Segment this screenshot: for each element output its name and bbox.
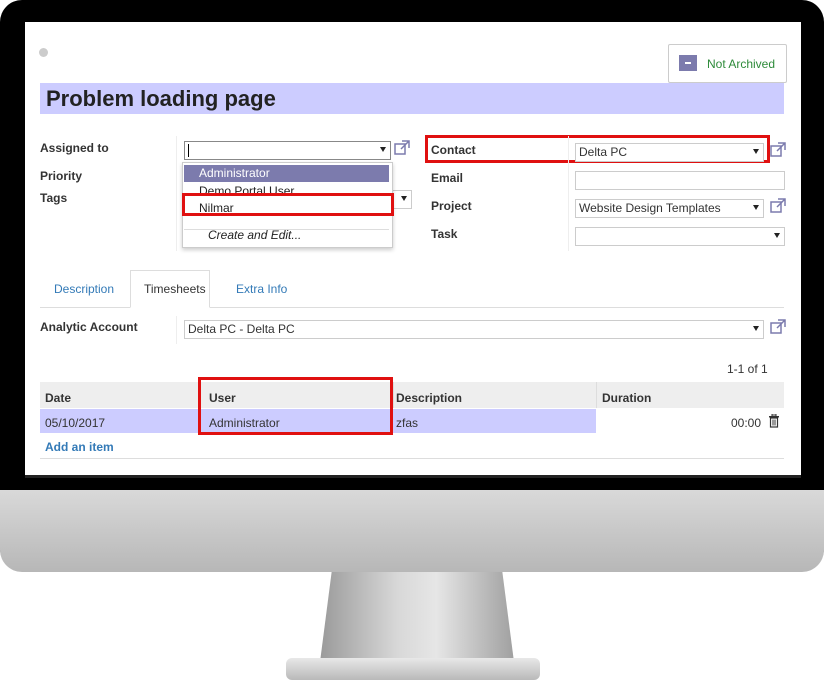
left-column-divider — [176, 136, 177, 251]
archive-icon — [679, 55, 697, 71]
email-label: Email — [431, 171, 464, 185]
dropdown-option-administrator[interactable]: Administrator — [184, 165, 389, 182]
external-link-icon[interactable] — [770, 319, 786, 334]
analytic-account-label: Analytic Account — [40, 320, 138, 334]
trash-icon[interactable] — [768, 413, 780, 428]
project-label: Project — [431, 199, 472, 213]
highlight-nilmar — [182, 193, 394, 216]
project-select[interactable]: Website Design Templates — [575, 199, 764, 218]
analytic-account-value: Delta PC - Delta PC — [188, 322, 295, 336]
column-date[interactable]: Date — [45, 391, 71, 405]
project-value: Website Design Templates — [579, 201, 721, 215]
priority-label: Priority — [40, 169, 83, 183]
chevron-down-icon[interactable] — [380, 147, 386, 152]
header-divider — [393, 382, 394, 408]
row-date: 05/10/2017 — [45, 416, 106, 430]
record-title[interactable]: Problem loading page — [40, 83, 784, 114]
row-duration: 00:00 — [731, 416, 762, 430]
contact-label: Contact — [431, 143, 476, 157]
external-link-icon[interactable] — [394, 140, 410, 155]
chevron-down-icon[interactable] — [753, 205, 759, 210]
task-label: Task — [431, 227, 458, 241]
row-description: zfas — [396, 416, 419, 430]
assigned-to-input[interactable] — [184, 141, 391, 160]
highlight-user-column — [198, 377, 393, 435]
tab-timesheets[interactable]: Timesheets — [130, 270, 210, 308]
external-link-icon[interactable] — [770, 198, 786, 213]
pager[interactable]: 1-1 of 1 — [727, 362, 768, 376]
analytic-divider — [176, 316, 177, 344]
monitor-stand-base — [286, 658, 540, 680]
text-cursor — [188, 144, 189, 158]
contact-select[interactable]: Delta PC — [575, 143, 764, 162]
archive-status-label: Not Archived — [707, 57, 776, 71]
chevron-down-icon[interactable] — [401, 196, 407, 201]
create-and-edit-option[interactable]: Create and Edit... — [184, 227, 389, 244]
tab-timesheets-label: Timesheets — [144, 282, 206, 296]
column-duration[interactable]: Duration — [602, 391, 651, 405]
contact-value: Delta PC — [579, 145, 628, 159]
external-link-icon[interactable] — [770, 142, 786, 157]
monitor-chin — [0, 490, 824, 572]
assigned-to-label: Assigned to — [40, 141, 109, 155]
tab-extra-info[interactable]: Extra Info — [236, 282, 287, 296]
header-divider — [596, 382, 597, 408]
column-description[interactable]: Description — [396, 391, 462, 405]
tags-label: Tags — [40, 191, 68, 205]
monitor-stand — [320, 572, 514, 662]
chevron-down-icon[interactable] — [774, 233, 780, 238]
status-dot — [39, 48, 48, 57]
task-select[interactable] — [575, 227, 785, 246]
screen: Not Archived Problem loading page Assign… — [25, 22, 801, 475]
chevron-down-icon[interactable] — [753, 149, 759, 154]
chevron-down-icon[interactable] — [753, 326, 759, 331]
right-column-divider — [568, 136, 569, 251]
add-item-link[interactable]: Add an item — [45, 440, 114, 454]
email-input[interactable] — [575, 171, 785, 190]
table-footer-line — [40, 458, 784, 459]
archive-toggle-button[interactable]: Not Archived — [668, 44, 787, 83]
analytic-account-select[interactable]: Delta PC - Delta PC — [184, 320, 764, 339]
tab-description[interactable]: Description — [54, 282, 114, 296]
